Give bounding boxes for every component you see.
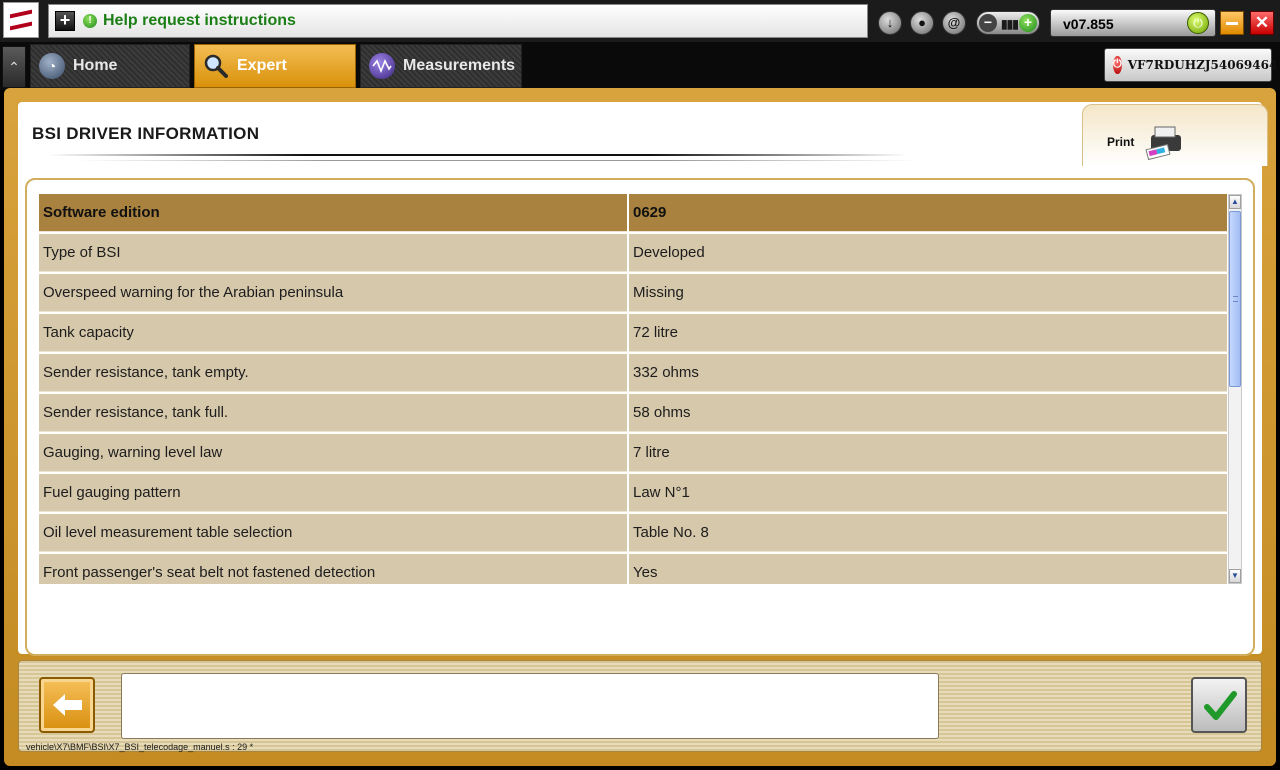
tab-bar: ⌃ ◔ Home Expert Measurements ⏻ VF7RDUHZJ… [0,42,1280,90]
table-header-row: Software edition 0629 [39,194,1227,232]
tab-measurements-label: Measurements [403,57,516,74]
title-divider [48,154,908,156]
tab-home-label: Home [73,57,118,74]
row-value: Yes [629,554,1227,584]
tab-home[interactable]: ◔ Home [30,44,190,88]
row-label: Sender resistance, tank empty. [39,354,627,392]
row-value: 332 ohms [629,354,1227,392]
data-table[interactable]: Software edition 0629 Type of BSI Develo… [39,194,1227,584]
row-label: Overspeed warning for the Arabian penins… [39,274,627,312]
version-label: v07.855 [1063,16,1114,32]
waveform-icon [369,53,395,79]
arrow-left-icon [53,694,82,716]
row-value: Table No. 8 [629,514,1227,552]
table-row[interactable]: Front passenger's seat belt not fastened… [39,554,1227,584]
table-row[interactable]: Sender resistance, tank empty. 332 ohms [39,354,1227,392]
vin-box[interactable]: ⏻ VF7RDUHZJ54069464 [1104,48,1277,82]
checkmark-icon [1204,691,1237,720]
power-icon[interactable]: ⏻ [1113,56,1122,74]
scroll-grip-icon [1233,296,1238,302]
row-label: Fuel gauging pattern [39,474,627,512]
help-request-text[interactable]: Help request instructions [103,12,296,30]
download-icon[interactable]: ↓ [878,11,902,35]
row-label: Sender resistance, tank full. [39,394,627,432]
magnifier-icon [203,53,229,79]
row-label: Oil level measurement table selection [39,514,627,552]
citroen-logo [3,2,39,38]
data-table-box: Software edition 0629 Type of BSI Develo… [25,178,1255,656]
print-button[interactable]: Print [1082,104,1268,166]
row-label: Front passenger's seat belt not fastened… [39,554,627,584]
content-panel: BSI DRIVER INFORMATION Print Software ed… [18,102,1268,656]
volume-level-icon: ▮▮▮ [1001,17,1019,31]
row-label: Gauging, warning level law [39,434,627,472]
main-frame: BSI DRIVER INFORMATION Print Software ed… [4,88,1276,766]
row-value: Developed [629,234,1227,272]
printer-icon [1145,126,1181,161]
row-label: Tank capacity [39,314,627,352]
table-row[interactable]: Sender resistance, tank full. 58 ohms [39,394,1227,432]
title-divider-shadow [78,160,918,161]
volume-control[interactable]: − ▮▮▮ + [976,11,1040,35]
volume-up-icon[interactable]: + [1019,14,1037,32]
minimize-icon [1226,22,1238,25]
user-icon[interactable]: ● [910,11,934,35]
table-row[interactable]: Type of BSI Developed [39,234,1227,272]
logo-chevron-icon [10,9,32,31]
table-row[interactable]: Tank capacity 72 litre [39,314,1227,352]
help-bar[interactable]: + ! Help request instructions [48,4,868,38]
home-icon: ◔ [39,53,65,79]
page-title: BSI DRIVER INFORMATION [32,124,260,143]
row-value: Law N°1 [629,474,1227,512]
confirm-button[interactable] [1191,677,1247,733]
table-header-label: Software edition [39,194,627,232]
row-value: 7 litre [629,434,1227,472]
row-value: 58 ohms [629,394,1227,432]
email-icon[interactable]: @ [942,11,966,35]
row-value: 72 litre [629,314,1227,352]
bottom-bar [18,660,1262,752]
connection-status-icon[interactable]: ⏻ [1187,12,1209,34]
tab-expert[interactable]: Expert [194,44,356,88]
scroll-down-icon[interactable]: ▼ [1229,569,1241,583]
row-value: Missing [629,274,1227,312]
volume-down-icon[interactable]: − [979,14,997,32]
version-box: v07.855 ⏻ [1050,9,1216,37]
scroll-thumb[interactable] [1229,211,1241,387]
table-row[interactable]: Gauging, warning level law 7 litre [39,434,1227,472]
collapse-icon[interactable]: ⌃ [2,46,26,88]
add-icon[interactable]: + [55,11,75,31]
scroll-up-icon[interactable]: ▲ [1229,195,1241,209]
file-path-status: vehicle\X7\BMF\BSI\X7_BSI_telecodage_man… [26,742,254,752]
table-row[interactable]: Fuel gauging pattern Law N°1 [39,474,1227,512]
row-label: Type of BSI [39,234,627,272]
info-icon: ! [83,14,97,28]
table-row[interactable]: Overspeed warning for the Arabian penins… [39,274,1227,312]
table-row[interactable]: Oil level measurement table selection Ta… [39,514,1227,552]
vin-label: VF7RDUHZJ54069464 [1127,58,1278,72]
back-button[interactable] [39,677,95,733]
table-header-value: 0629 [629,194,1227,232]
print-label: Print [1107,135,1135,149]
table-scrollbar[interactable]: ▲ ▼ [1228,194,1242,584]
close-button[interactable]: ✕ [1250,11,1274,35]
message-field [121,673,939,739]
tab-expert-label: Expert [237,57,287,74]
minimize-button[interactable] [1220,11,1244,35]
tab-measurements[interactable]: Measurements [360,44,522,88]
top-bar: + ! Help request instructions ↓ ● @ − ▮▮… [0,0,1280,42]
